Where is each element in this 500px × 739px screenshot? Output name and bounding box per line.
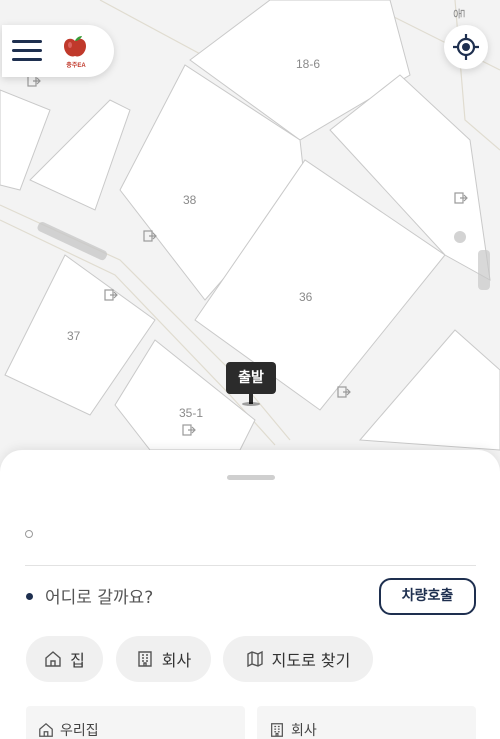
lot-label: 37 (67, 329, 81, 343)
bottom-sheet: 어디로 갈까요? 차량호출 집 회사 지도로 찾기 우리집 회사 (0, 450, 500, 739)
chip-home[interactable]: 집 (26, 636, 103, 682)
lot-label: 35-1 (179, 406, 203, 420)
origin-pin-label: 출발 (226, 362, 276, 394)
home-icon (39, 722, 53, 737)
apple-icon (64, 36, 86, 57)
map-icon (246, 650, 263, 668)
chip-work[interactable]: 회사 (116, 636, 211, 682)
lot-label: 38 (183, 193, 197, 207)
sheet-drag-handle[interactable] (227, 475, 275, 480)
current-location-button[interactable] (444, 25, 488, 69)
building-icon (138, 651, 152, 667)
divider (25, 565, 476, 566)
origin-dot-icon (25, 530, 33, 538)
top-bar: 충주EA (2, 25, 114, 77)
chip-label: 지도로 찾기 (271, 651, 351, 670)
road-label: 동 (452, 8, 466, 19)
hamburger-menu-icon[interactable] (12, 40, 42, 62)
saved-place-work[interactable]: 회사 (257, 706, 476, 739)
saved-place-label: 우리집 (60, 723, 99, 739)
lot-label: 36 (299, 290, 313, 304)
call-vehicle-button[interactable]: 차량호출 (379, 578, 476, 615)
destination-input[interactable]: 어디로 갈까요? (45, 583, 153, 608)
chip-find-on-map[interactable]: 지도로 찾기 (223, 636, 373, 682)
destination-dot-icon (26, 593, 33, 600)
saved-place-home[interactable]: 우리집 (26, 706, 245, 739)
lot-label: 18-6 (296, 57, 320, 71)
home-icon (45, 651, 61, 667)
chip-label: 회사 (161, 651, 192, 670)
crosshair-icon (453, 34, 479, 60)
app-logo: 충주EA (58, 35, 92, 69)
chip-label: 집 (70, 651, 85, 670)
origin-pin[interactable]: 출발 (226, 362, 276, 406)
building-icon (271, 723, 283, 737)
logo-text: 충주EA (66, 63, 86, 69)
saved-place-label: 회사 (291, 723, 317, 739)
